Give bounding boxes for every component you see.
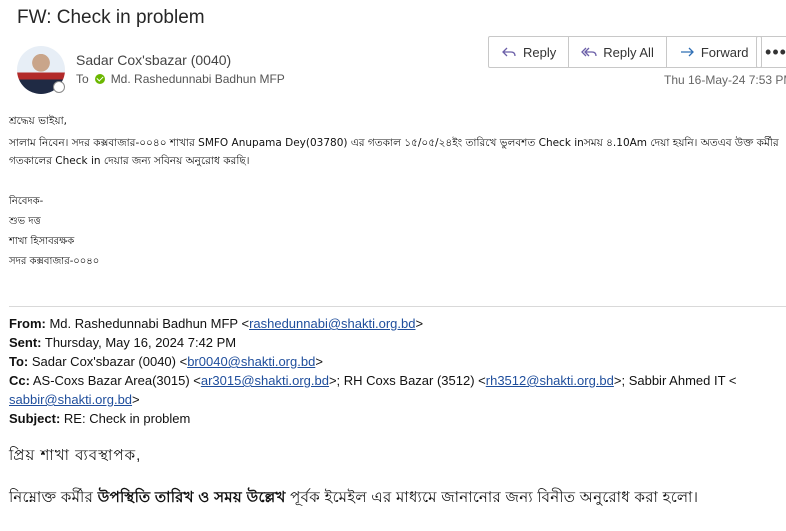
request-text: নিম্নোক্ত কর্মীর bbox=[9, 489, 98, 506]
forward-label: Forward bbox=[700, 44, 749, 60]
subject-value: RE: Check in problem bbox=[63, 411, 191, 426]
forward-button[interactable]: Forward bbox=[667, 37, 761, 67]
forward-icon bbox=[680, 47, 694, 57]
forwarded-to-row: To: Sadar Cox'sbazar (0040) <br0040@shak… bbox=[9, 354, 323, 369]
reply-button[interactable]: Reply bbox=[489, 37, 570, 67]
forward-divider bbox=[9, 306, 786, 307]
message-salutation: শ্রদ্ধেয় ভাইয়া, bbox=[9, 115, 67, 127]
cc-email-link[interactable]: sabbir@shakti.org.bd bbox=[9, 392, 132, 407]
to-name: Sadar Cox'sbazar (0040) < bbox=[31, 354, 188, 369]
message-actions-toolbar: Reply Reply All Forward bbox=[488, 36, 762, 68]
forwarded-greeting: প্রিয় শাখা ব্যবস্থাপক, bbox=[9, 447, 142, 464]
cc-label: Cc: bbox=[9, 373, 30, 388]
to-label: To bbox=[76, 72, 89, 86]
sender-name[interactable]: Sadar Cox'sbazar (0040) bbox=[76, 52, 231, 68]
cc-name: >; RH Coxs Bazar (3512) < bbox=[328, 373, 486, 388]
signature-line: শুভ দত্ত bbox=[9, 216, 41, 227]
reply-label: Reply bbox=[523, 44, 557, 60]
request-emphasis: উপস্থিতি তারিখ ও সময় উল্লেখ bbox=[97, 489, 286, 506]
recipient-row: To Md. Rashedunnabi Badhun MFP bbox=[76, 72, 285, 86]
available-status-icon bbox=[94, 74, 105, 84]
forwarded-sent-row: Sent: Thursday, May 16, 2024 7:42 PM bbox=[9, 333, 779, 352]
message-paragraph: সালাম নিবেন। সদর কক্সবাজার-০০৪০ শাখার SM… bbox=[9, 137, 779, 167]
from-name: Md. Rashedunnabi Badhun MFP < bbox=[49, 316, 250, 331]
forwarded-subject-row: Subject: RE: Check in problem bbox=[9, 409, 779, 428]
sent-value: Thursday, May 16, 2024 7:42 PM bbox=[44, 335, 237, 350]
email-subject: FW: Check in problem bbox=[17, 7, 205, 28]
more-actions-button[interactable]: ••• bbox=[756, 36, 786, 68]
from-label: From: bbox=[9, 316, 46, 331]
cc-name: AS-Coxs Bazar Area(3015) < bbox=[32, 373, 201, 388]
cc-email-link[interactable]: rh3512@shakti.org.bd bbox=[486, 373, 614, 388]
cc-name: >; Sabbir Ahmed IT < bbox=[613, 373, 737, 388]
forwarded-from-row: From: Md. Rashedunnabi Badhun MFP <rashe… bbox=[9, 316, 424, 331]
cc-email-link[interactable]: ar3015@shakti.org.bd bbox=[201, 373, 329, 388]
signature-line: নিবেদক- bbox=[9, 196, 44, 207]
reply-all-button[interactable]: Reply All bbox=[569, 37, 667, 67]
sent-label: Sent: bbox=[9, 335, 42, 350]
received-date: Thu 16-May-24 7:53 PM bbox=[664, 73, 786, 87]
subject-label: Subject: bbox=[9, 411, 61, 426]
forwarded-cc-row: Cc: AS-Coxs Bazar Area(3015) <ar3015@sha… bbox=[9, 373, 737, 407]
reply-icon bbox=[502, 47, 516, 57]
message-signature: নিবেদক- শুভ দত্ত শাখা হিসাবরক্ষক সদর কক্… bbox=[9, 192, 99, 272]
signature-line: শাখা হিসাবরক্ষক bbox=[9, 236, 75, 247]
reply-all-icon bbox=[581, 47, 597, 57]
presence-status-icon bbox=[53, 81, 65, 93]
from-email-link[interactable]: rashedunnabi@shakti.org.bd bbox=[249, 316, 415, 331]
to-email-link[interactable]: br0040@shakti.org.bd bbox=[187, 354, 315, 369]
to-label: To: bbox=[9, 354, 29, 369]
recipient-name[interactable]: Md. Rashedunnabi Badhun MFP bbox=[111, 72, 285, 86]
request-text: পূর্বক ইমেইল এর মাধ্যমে জানানোর জন্য বিন… bbox=[285, 489, 699, 506]
forwarded-header: From: Md. Rashedunnabi Badhun MFP <rashe… bbox=[9, 314, 779, 428]
reply-all-label: Reply All bbox=[603, 44, 654, 60]
forwarded-request: নিম্নোক্ত কর্মীর উপস্থিতি তারিখ ও সময় উ… bbox=[9, 486, 698, 511]
signature-line: সদর কক্সবাজার-০০৪০ bbox=[9, 256, 100, 267]
